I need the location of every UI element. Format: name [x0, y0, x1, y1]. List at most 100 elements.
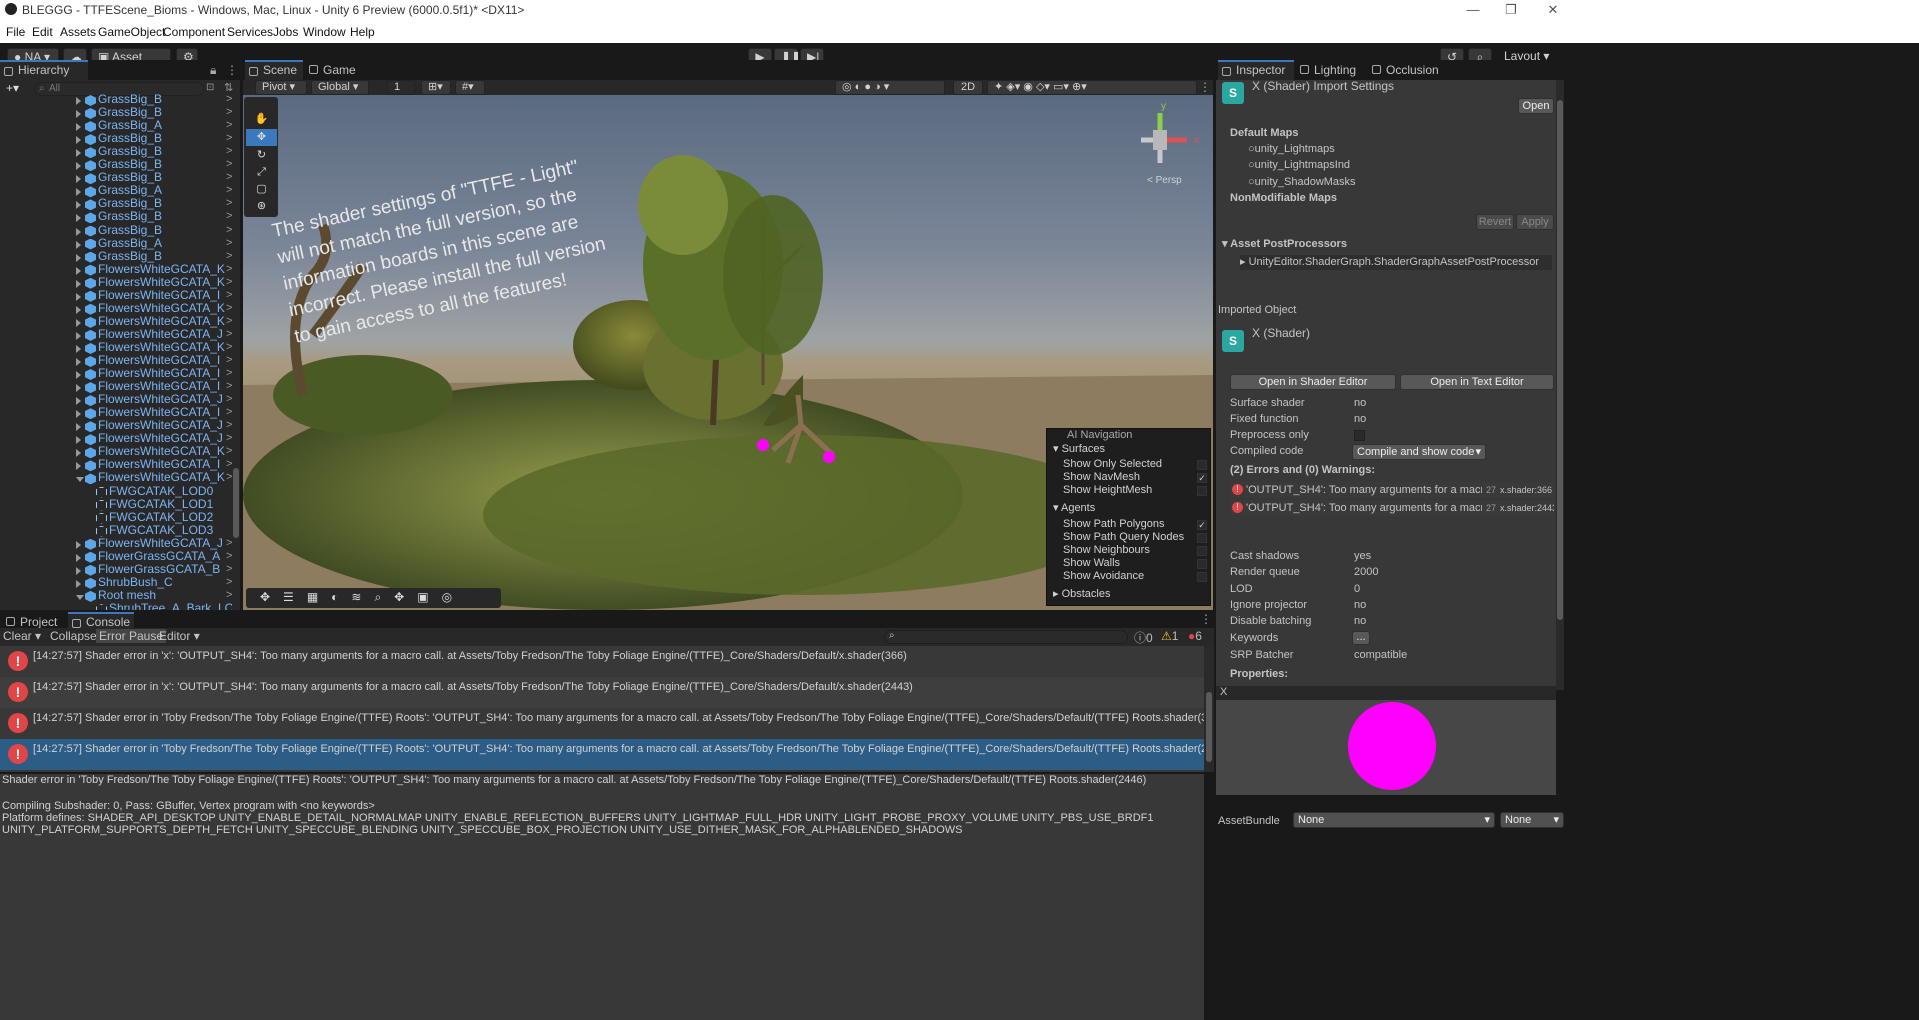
collapsed-arrow-icon[interactable] [76, 318, 81, 327]
scrollbar-thumb[interactable] [1206, 692, 1212, 762]
open-button[interactable]: Open [1518, 98, 1554, 114]
collapsed-arrow-icon[interactable] [76, 110, 81, 119]
error-pause-toggle[interactable]: Error Pause [96, 629, 167, 643]
collapsed-arrow-icon[interactable] [76, 305, 81, 314]
show-only-selected-checkbox[interactable] [1197, 460, 1207, 470]
warning-count[interactable]: ⚠1 [1161, 629, 1178, 643]
agents-foldout[interactable]: ▾ Agents [1053, 502, 1095, 515]
tab-inspector[interactable]: Inspector [1218, 60, 1294, 80]
close-button[interactable]: ✕ [1530, 0, 1576, 21]
log-count[interactable]: ⓘ0 [1134, 629, 1153, 646]
surfaces-foldout[interactable]: ▾ Surfaces [1053, 443, 1105, 456]
collapsed-arrow-icon[interactable] [76, 331, 81, 340]
move-tool[interactable]: ✥ [246, 129, 277, 146]
assetbundle-variant-dropdown[interactable]: None ▾ [1500, 812, 1564, 828]
collapsed-arrow-icon[interactable] [76, 162, 81, 171]
transform-tool[interactable]: ⊛ [246, 198, 277, 215]
collapsed-arrow-icon[interactable] [76, 579, 81, 588]
collapsed-arrow-icon[interactable] [76, 175, 81, 184]
collapsed-arrow-icon[interactable] [76, 371, 81, 380]
preview-sphere[interactable] [1348, 702, 1436, 790]
rect-tool[interactable]: ▢ [246, 181, 277, 198]
collapsed-arrow-icon[interactable] [76, 227, 81, 236]
collapsed-arrow-icon[interactable] [76, 397, 81, 406]
maximize-button[interactable]: ❐ [1488, 0, 1534, 21]
collapsed-arrow-icon[interactable] [76, 279, 81, 288]
error-count[interactable]: ●6 [1188, 629, 1202, 643]
show-avoidance-checkbox[interactable] [1197, 572, 1207, 582]
snap-dropdown[interactable]: ⊞▾ [421, 80, 451, 95]
collapsed-arrow-icon[interactable] [76, 266, 81, 275]
collapsed-arrow-icon[interactable] [76, 292, 81, 301]
2d-toggle[interactable]: 2D [953, 80, 983, 95]
collapse-toggle[interactable]: Collapse [50, 629, 97, 643]
collapsed-arrow-icon[interactable] [76, 553, 81, 562]
console-log-entry[interactable]: ! [14:27:57] Shader error in 'Toby Fredso… [0, 739, 1204, 770]
collapsed-arrow-icon[interactable] [76, 423, 81, 432]
collapsed-arrow-icon[interactable] [76, 253, 81, 262]
collapsed-arrow-icon[interactable] [76, 149, 81, 158]
expanded-arrow-icon[interactable] [76, 594, 84, 600]
assetbundle-name-dropdown[interactable]: None ▾ [1293, 812, 1495, 828]
console-search-input[interactable]: ⌕ [884, 630, 1128, 644]
show-heightmesh-checkbox[interactable] [1197, 486, 1207, 496]
open-text-editor-button[interactable]: Open in Text Editor [1400, 374, 1554, 390]
clear-button[interactable]: Clear ▾ [3, 629, 41, 643]
hand-tool[interactable]: ✋ [246, 111, 277, 128]
more-icon[interactable]: ⋮ [226, 63, 238, 77]
preprocess-only-checkbox[interactable] [1354, 430, 1365, 441]
show-path-query-nodes-checkbox[interactable] [1197, 533, 1207, 543]
shader-error-row[interactable]: ! 'OUTPUT_SH4': Too many arguments for a … [1230, 500, 1554, 516]
collapsed-arrow-icon[interactable] [76, 201, 81, 210]
show-walls-checkbox[interactable] [1197, 559, 1207, 569]
collapsed-arrow-icon[interactable] [76, 462, 81, 471]
keywords-button[interactable]: ... [1352, 631, 1370, 645]
shading-mode-group[interactable]: ◎ ◐ ● ◑ ▾ [835, 80, 945, 95]
rotate-tool[interactable]: ↻ [246, 147, 277, 164]
expanded-arrow-icon[interactable] [76, 477, 84, 483]
show-path-polygons-checkbox[interactable]: ✓ [1197, 520, 1207, 530]
show-neighbours-checkbox[interactable] [1197, 546, 1207, 556]
more-icon[interactable]: ⋮ [1199, 80, 1211, 94]
console-log-entry[interactable]: ! [14:27:57] Shader error in 'x': 'OUTPUT… [0, 646, 1204, 677]
scale-tool[interactable]: ⤢ [246, 164, 277, 181]
tab-occlusion[interactable]: Occlusion [1368, 60, 1448, 80]
collapsed-arrow-icon[interactable] [76, 540, 81, 549]
editor-dropdown[interactable]: Editor ▾ [159, 629, 200, 643]
grid-size-input[interactable]: 1 [387, 80, 415, 95]
scrollbar-thumb[interactable] [1557, 100, 1563, 620]
asset-postprocessors-foldout[interactable]: ▾ Asset PostProcessors [1222, 237, 1347, 252]
console-scrollbar[interactable] [1204, 646, 1214, 772]
inspector-scrollbar[interactable] [1556, 80, 1564, 690]
menu-help[interactable]: Help [350, 25, 375, 39]
collapsed-arrow-icon[interactable] [76, 188, 81, 197]
collapsed-arrow-icon[interactable] [76, 344, 81, 353]
postprocessor-item[interactable]: ▸ UnityEditor.ShaderGraph.ShaderGraphAss… [1240, 255, 1552, 270]
collapsed-arrow-icon[interactable] [76, 240, 81, 249]
collapsed-arrow-icon[interactable] [76, 384, 81, 393]
collapsed-arrow-icon[interactable] [76, 97, 81, 105]
scene-gizmo[interactable]: y x < Persp [1141, 101, 1199, 186]
persp-label[interactable]: < Persp [1147, 175, 1182, 186]
apply-button[interactable]: Apply [1516, 214, 1554, 230]
menu-gameobject[interactable]: GameObject [98, 25, 165, 39]
menu-file[interactable]: File [6, 25, 25, 39]
chevron-down-icon[interactable]: ▾ [1475, 445, 1481, 459]
overlay-tool-icons[interactable]: ✥☰▦◐≋⌕✥▣◎ [260, 590, 465, 605]
menu-edit[interactable]: Edit [32, 25, 53, 39]
collapsed-arrow-icon[interactable] [76, 136, 81, 145]
collapsed-arrow-icon[interactable] [76, 436, 81, 445]
menu-component[interactable]: Component [163, 25, 225, 39]
obstacles-foldout[interactable]: ▸ Obstacles [1053, 588, 1111, 601]
shader-error-row[interactable]: ! 'OUTPUT_SH4': Too many arguments for a … [1230, 482, 1554, 498]
collapsed-arrow-icon[interactable] [76, 566, 81, 575]
menu-jobs[interactable]: Jobs [273, 25, 298, 39]
collapsed-arrow-icon[interactable] [76, 123, 81, 132]
menu-services[interactable]: Services [227, 25, 273, 39]
grid-dropdown[interactable]: #▾ [455, 80, 485, 95]
hierarchy-scrollbar[interactable] [232, 98, 240, 610]
pivot-dropdown[interactable]: Pivot ▾ [255, 80, 307, 95]
collapsed-arrow-icon[interactable] [76, 410, 81, 419]
revert-button[interactable]: Revert [1476, 214, 1514, 230]
scene-view-options[interactable]: ✦ ◈▾ ◉ ◇▾ ▭▾ ⊕▾ [987, 80, 1197, 95]
